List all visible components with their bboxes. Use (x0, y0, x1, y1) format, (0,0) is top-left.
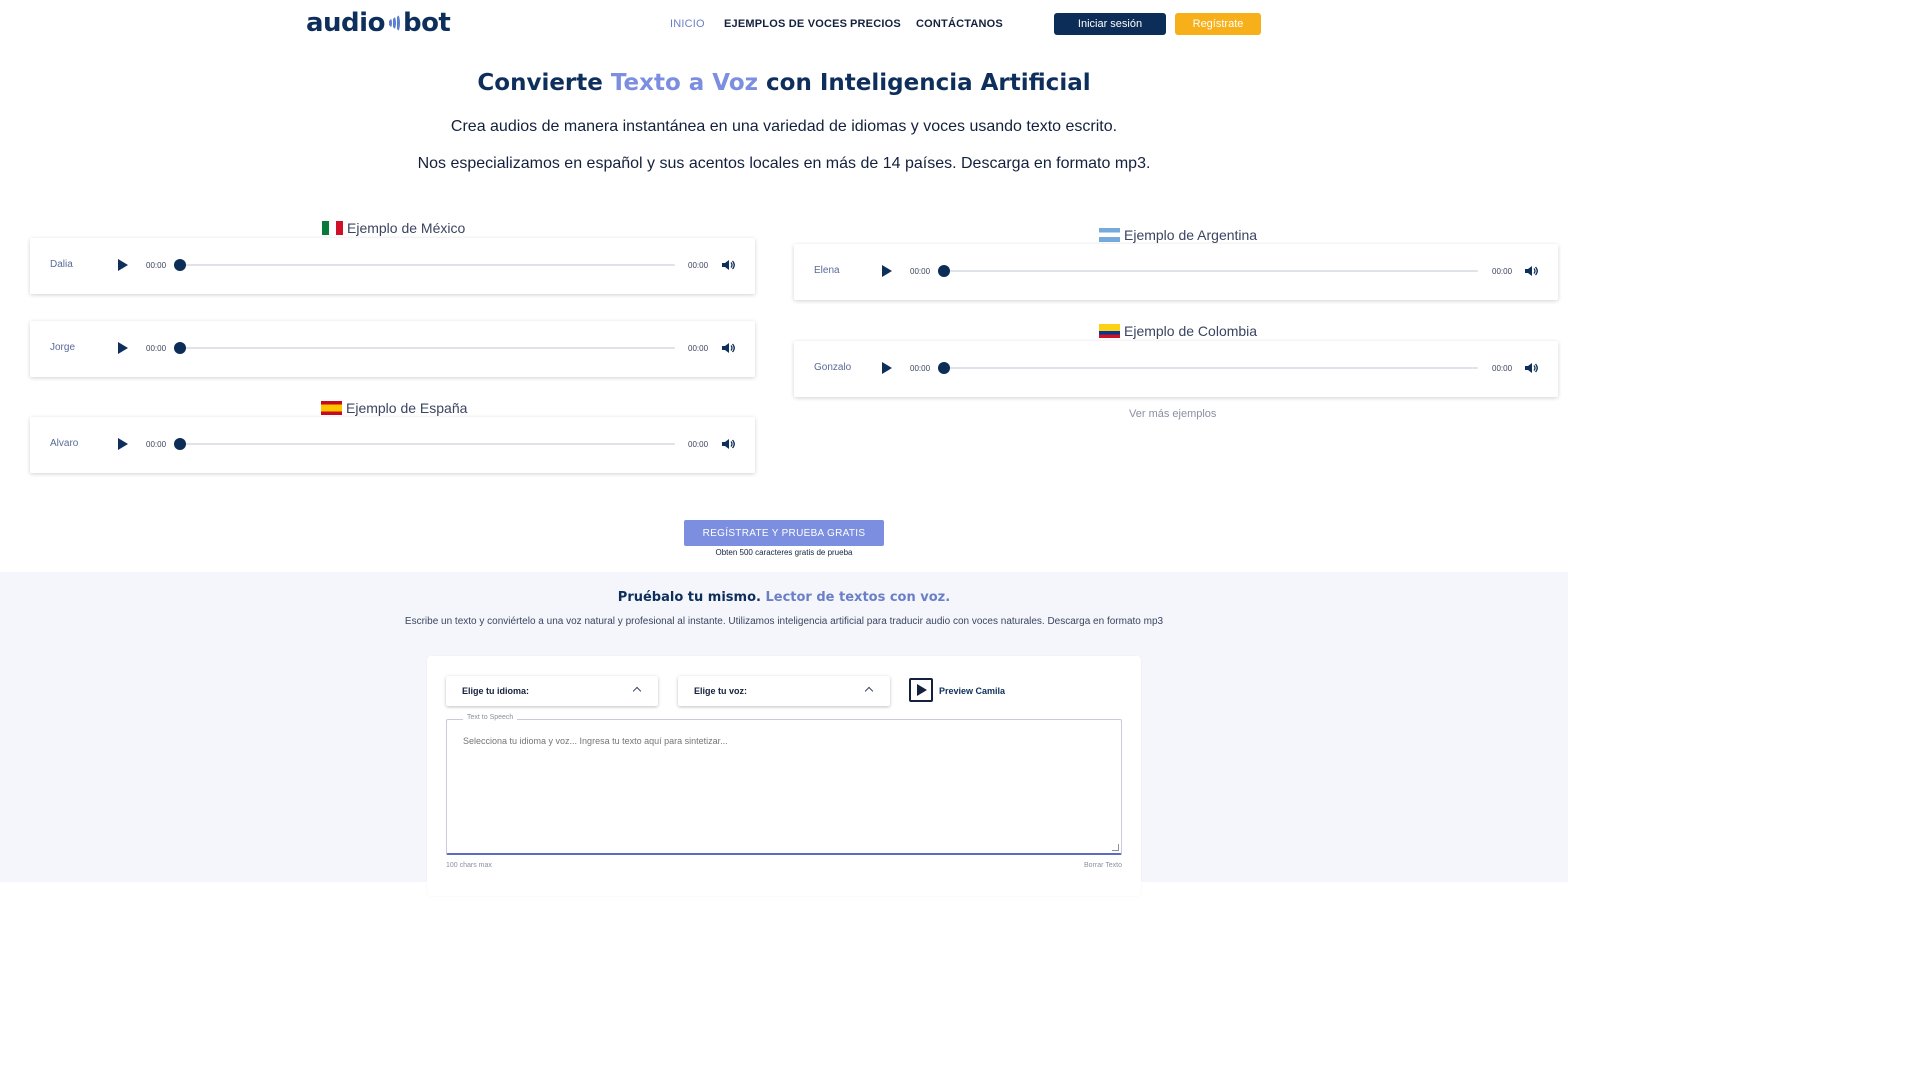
preview-label[interactable]: Preview Camila (939, 686, 1005, 696)
tts-textarea[interactable] (463, 736, 1103, 836)
volume-icon[interactable] (721, 258, 735, 272)
example-colombia-label: Ejemplo de Colombia (1124, 323, 1258, 339)
audio-player: Dalia 00:00 00:00 (30, 238, 755, 294)
play-icon[interactable] (882, 265, 892, 277)
try-section: Pruébalo tu mismo. Lector de textos con … (0, 572, 1568, 896)
voice-select-label: Elige tu voz: (694, 686, 748, 696)
volume-icon[interactable] (1524, 264, 1538, 278)
logo[interactable]: audio bot (306, 8, 451, 38)
header: audio bot INICIO EJEMPLOS DE VOCES PRECI… (0, 0, 1568, 50)
try-title-accent: Lector de textos con voz. (765, 590, 951, 605)
progress-knob[interactable] (174, 438, 186, 450)
cta-note: Obten 500 caracteres gratis de prueba (715, 548, 853, 557)
current-time: 00:00 (146, 440, 167, 449)
duration: 00:00 (1492, 267, 1513, 276)
voice-name: Jorge (50, 342, 76, 353)
example-espana-heading: Ejemplo de España (321, 400, 467, 416)
progress-track[interactable] (944, 270, 1478, 272)
duration: 00:00 (1492, 364, 1513, 373)
hero-subtitle-2: Nos especializamos en español y sus acen… (417, 155, 1151, 172)
play-icon[interactable] (118, 259, 128, 271)
current-time: 00:00 (910, 364, 931, 373)
voice-name: Elena (814, 265, 840, 276)
try-description: Escribe un texto y conviértelo a una voz… (404, 616, 1164, 627)
nav-contactanos[interactable]: CONTÁCTANOS (916, 18, 1003, 30)
language-select-label: Elige tu idioma: (462, 686, 530, 696)
try-title: Pruébalo tu mismo. Lector de textos con … (0, 590, 1568, 605)
audio-player: Alvaro 00:00 00:00 (30, 417, 755, 473)
chevron-up-icon (632, 686, 642, 696)
play-icon[interactable] (118, 438, 128, 450)
play-icon[interactable] (118, 342, 128, 354)
duration: 00:00 (688, 440, 709, 449)
play-icon[interactable] (882, 362, 892, 374)
hero-title-part: Convierte (477, 70, 611, 96)
example-mexico-heading: Ejemplo de México (322, 220, 465, 236)
current-time: 00:00 (146, 344, 167, 353)
logo-text-right: bot (402, 8, 451, 38)
colombia-flag-icon (1099, 324, 1120, 338)
progress-track[interactable] (944, 367, 1478, 369)
example-argentina-heading: Ejemplo de Argentina (1099, 227, 1257, 243)
volume-icon[interactable] (721, 341, 735, 355)
login-button[interactable]: Iniciar sesión (1054, 13, 1166, 35)
text-to-speech-field: Text to Speech (446, 714, 1122, 855)
current-time: 00:00 (146, 261, 167, 270)
sound-waves-icon (388, 14, 400, 32)
volume-icon[interactable] (721, 437, 735, 451)
audio-player: Jorge 00:00 00:00 (30, 321, 755, 377)
progress-track[interactable] (180, 264, 675, 266)
hero-title: Convierte Texto a Voz con Inteligencia A… (0, 70, 1568, 96)
duration: 00:00 (688, 344, 709, 353)
argentina-flag-icon (1099, 228, 1120, 242)
more-examples-link[interactable]: Ver más ejemplos (1129, 408, 1216, 420)
voice-select[interactable]: Elige tu voz: (678, 676, 890, 706)
current-time: 00:00 (910, 267, 931, 276)
example-colombia-heading: Ejemplo de Colombia (1099, 323, 1257, 339)
tts-card: Elige tu idioma: Elige tu voz: Preview C… (427, 656, 1141, 896)
mexico-flag-icon (322, 221, 343, 235)
nav-precios[interactable]: PRECIOS (850, 18, 901, 30)
try-title-bold: Pruébalo tu mismo. (617, 590, 766, 605)
clear-text-button[interactable]: Borrar Texto (1084, 862, 1122, 869)
register-button[interactable]: Regístrate (1175, 13, 1261, 35)
audio-player: Gonzalo 00:00 00:00 (794, 341, 1558, 397)
nav-ejemplos-de-voces[interactable]: EJEMPLOS DE VOCES (724, 18, 847, 30)
chevron-up-icon (864, 686, 874, 696)
duration: 00:00 (688, 261, 709, 270)
logo-text-left: audio (306, 8, 385, 38)
voice-name: Alvaro (50, 438, 79, 449)
progress-knob[interactable] (938, 362, 950, 374)
example-mexico-label: Ejemplo de México (347, 220, 466, 236)
chars-max-label: 100 chars max (446, 862, 492, 869)
resize-handle-icon[interactable] (1112, 844, 1119, 851)
volume-icon[interactable] (1524, 361, 1538, 375)
progress-track[interactable] (180, 347, 675, 349)
hero-subtitle-1: Crea audios de manera instantánea en una… (450, 118, 1118, 135)
progress-track[interactable] (180, 443, 675, 445)
nav-inicio[interactable]: INICIO (670, 18, 705, 30)
voice-name: Gonzalo (814, 362, 852, 373)
hero-title-part: con Inteligencia Artificial (758, 70, 1091, 96)
play-icon (917, 684, 927, 696)
voice-name: Dalia (50, 259, 73, 270)
example-espana-label: Ejemplo de España (346, 400, 468, 416)
hero-title-accent: Texto a Voz (610, 70, 759, 96)
register-try-free-button[interactable]: REGÍSTRATE Y PRUEBA GRATIS (684, 520, 884, 546)
progress-knob[interactable] (174, 259, 186, 271)
audio-player: Elena 00:00 00:00 (794, 244, 1558, 300)
language-select[interactable]: Elige tu idioma: (446, 676, 658, 706)
progress-knob[interactable] (938, 265, 950, 277)
preview-play-button[interactable] (909, 678, 933, 702)
text-to-speech-legend: Text to Speech (463, 714, 518, 721)
spain-flag-icon (321, 401, 342, 415)
example-argentina-label: Ejemplo de Argentina (1124, 227, 1258, 243)
progress-knob[interactable] (174, 342, 186, 354)
